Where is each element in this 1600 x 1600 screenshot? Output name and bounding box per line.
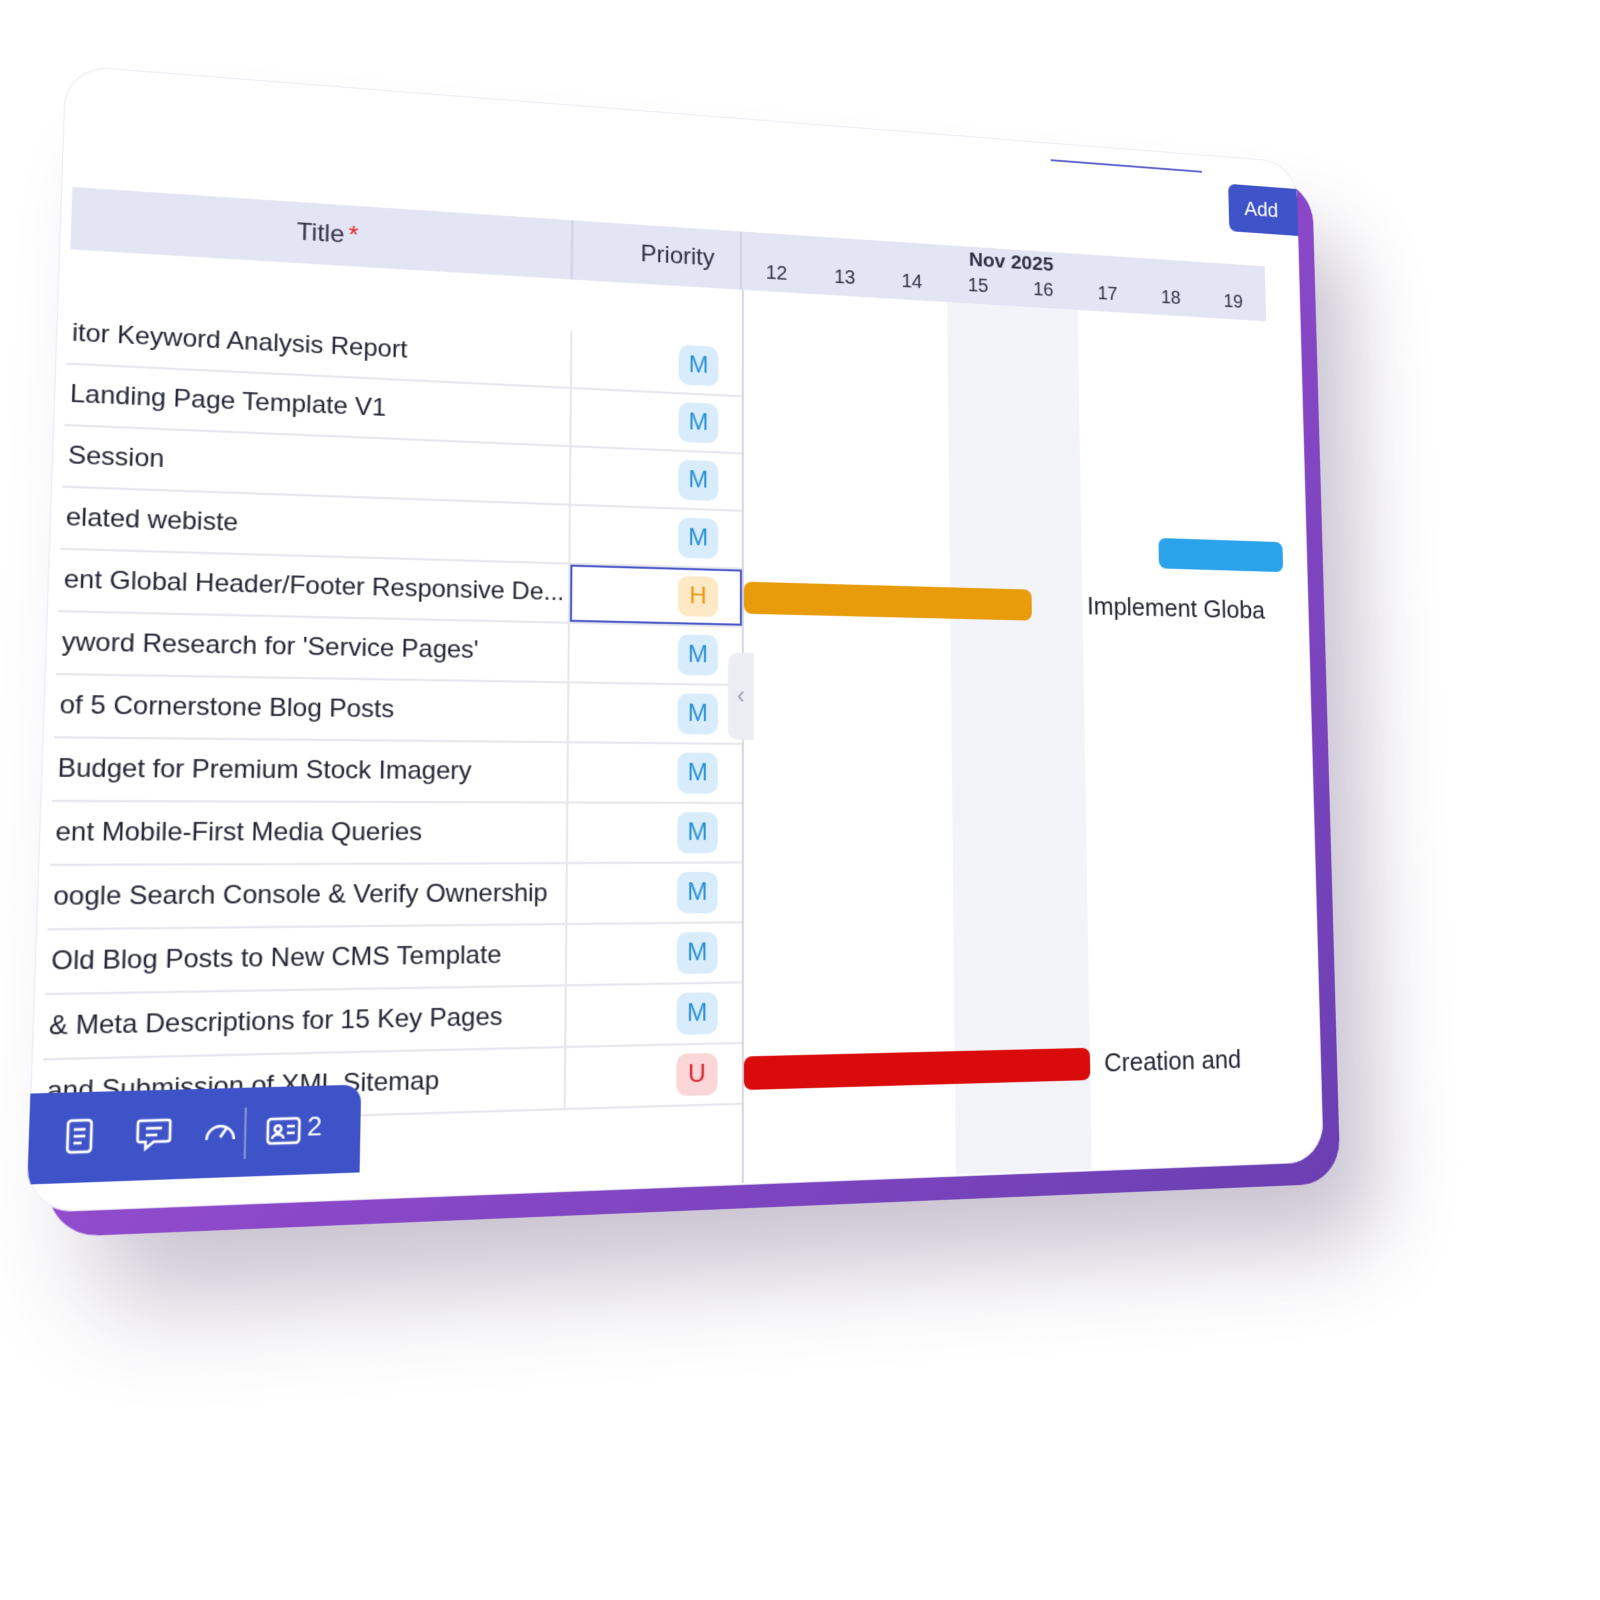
priority-badge: M — [677, 932, 718, 974]
page-stage: Add Title * Priority Nov 2025 12 13 14 15… — [0, 0, 1600, 1600]
day-label: 18 — [1139, 286, 1202, 311]
task-title-cell[interactable]: oogle Search Console & Verify Ownership — [48, 864, 568, 928]
priority-badge: M — [679, 345, 719, 386]
weekend-shade — [947, 302, 1092, 1175]
day-label: 16 — [1011, 278, 1076, 304]
chevron-left-icon: ‹ — [737, 682, 745, 709]
task-title-cell[interactable]: & Meta Descriptions for 15 Key Pages — [43, 986, 567, 1058]
priority-cell[interactable]: M — [569, 683, 742, 743]
notes-icon[interactable] — [61, 1116, 104, 1158]
priority-cell[interactable]: M — [566, 983, 742, 1046]
gantt-bar[interactable] — [744, 582, 1032, 621]
priority-cell[interactable]: M — [570, 506, 742, 568]
contact-count: 2 — [307, 1112, 323, 1143]
priority-cell[interactable]: M — [572, 331, 742, 395]
gantt-screen: Add Title * Priority Nov 2025 12 13 14 15… — [26, 65, 1324, 1214]
gantt-bar-label: Implement Globa — [1087, 591, 1265, 625]
active-tab-underline — [1051, 159, 1202, 172]
gantt-timeline: Implement Globa Creation and — [744, 290, 1288, 1183]
priority-cell[interactable]: M — [567, 923, 742, 984]
priority-column-header[interactable]: Priority — [573, 220, 742, 289]
priority-badge: M — [678, 634, 718, 675]
table-row[interactable]: of 5 Cornerstone Blog Posts M — [54, 675, 742, 745]
gantt-bar-label: Creation and — [1104, 1044, 1242, 1079]
priority-cell[interactable]: U — [566, 1044, 742, 1108]
priority-cell[interactable]: H — [570, 565, 742, 626]
task-title-cell[interactable]: Old Blog Posts to New CMS Template — [45, 925, 567, 993]
device-frame: Add Title * Priority Nov 2025 12 13 14 15… — [26, 65, 1324, 1214]
priority-cell[interactable]: M — [571, 447, 742, 510]
priority-badge: M — [679, 402, 719, 443]
day-label: 13 — [811, 265, 879, 291]
day-label: 15 — [945, 273, 1011, 299]
priority-cell[interactable]: M — [569, 624, 742, 684]
priority-badge: M — [677, 992, 718, 1035]
collapse-grid-handle[interactable]: ‹ — [728, 653, 754, 740]
task-rows: itor Keyword Analysis Report M Landing P… — [41, 304, 742, 1126]
priority-badge: M — [678, 460, 718, 501]
table-row[interactable]: ent Mobile-First Media Queries M — [50, 802, 742, 866]
priority-badge: M — [678, 518, 718, 559]
bottom-toolbar: 2 — [26, 1085, 361, 1185]
day-label: 12 — [742, 261, 811, 288]
title-column-header[interactable]: Title * — [70, 187, 573, 280]
priority-badge: M — [678, 693, 718, 734]
priority-badge: M — [677, 872, 718, 914]
table-row[interactable]: oogle Search Console & Verify Ownership … — [48, 864, 742, 931]
priority-cell[interactable]: M — [568, 804, 742, 863]
comment-icon[interactable] — [134, 1114, 177, 1156]
day-label: 14 — [878, 269, 945, 295]
contact-card-icon[interactable] — [264, 1110, 305, 1151]
priority-cell[interactable]: M — [567, 864, 742, 923]
add-button[interactable]: Add — [1228, 184, 1307, 237]
priority-cell[interactable]: M — [568, 743, 742, 802]
table-row[interactable]: Budget for Premium Stock Imagery M — [52, 738, 742, 804]
priority-badge: H — [678, 576, 718, 617]
priority-badge: M — [677, 753, 717, 794]
required-marker: * — [348, 222, 358, 250]
gantt-bar[interactable] — [1158, 538, 1283, 572]
day-label: 17 — [1075, 282, 1139, 307]
title-header-label: Title — [297, 218, 345, 248]
priority-badge: M — [677, 812, 718, 853]
priority-badge: U — [676, 1053, 717, 1096]
task-title-cell[interactable]: of 5 Cornerstone Blog Posts — [54, 675, 569, 741]
gauge-icon[interactable] — [200, 1112, 242, 1153]
priority-cell[interactable]: M — [571, 389, 742, 452]
task-title-cell[interactable]: yword Research for 'Service Pages' — [56, 612, 570, 681]
toolbar-divider — [243, 1108, 246, 1159]
day-label: 19 — [1202, 290, 1264, 315]
task-title-cell[interactable]: Budget for Premium Stock Imagery — [52, 738, 569, 801]
task-title-cell[interactable]: ent Mobile-First Media Queries — [50, 802, 569, 864]
